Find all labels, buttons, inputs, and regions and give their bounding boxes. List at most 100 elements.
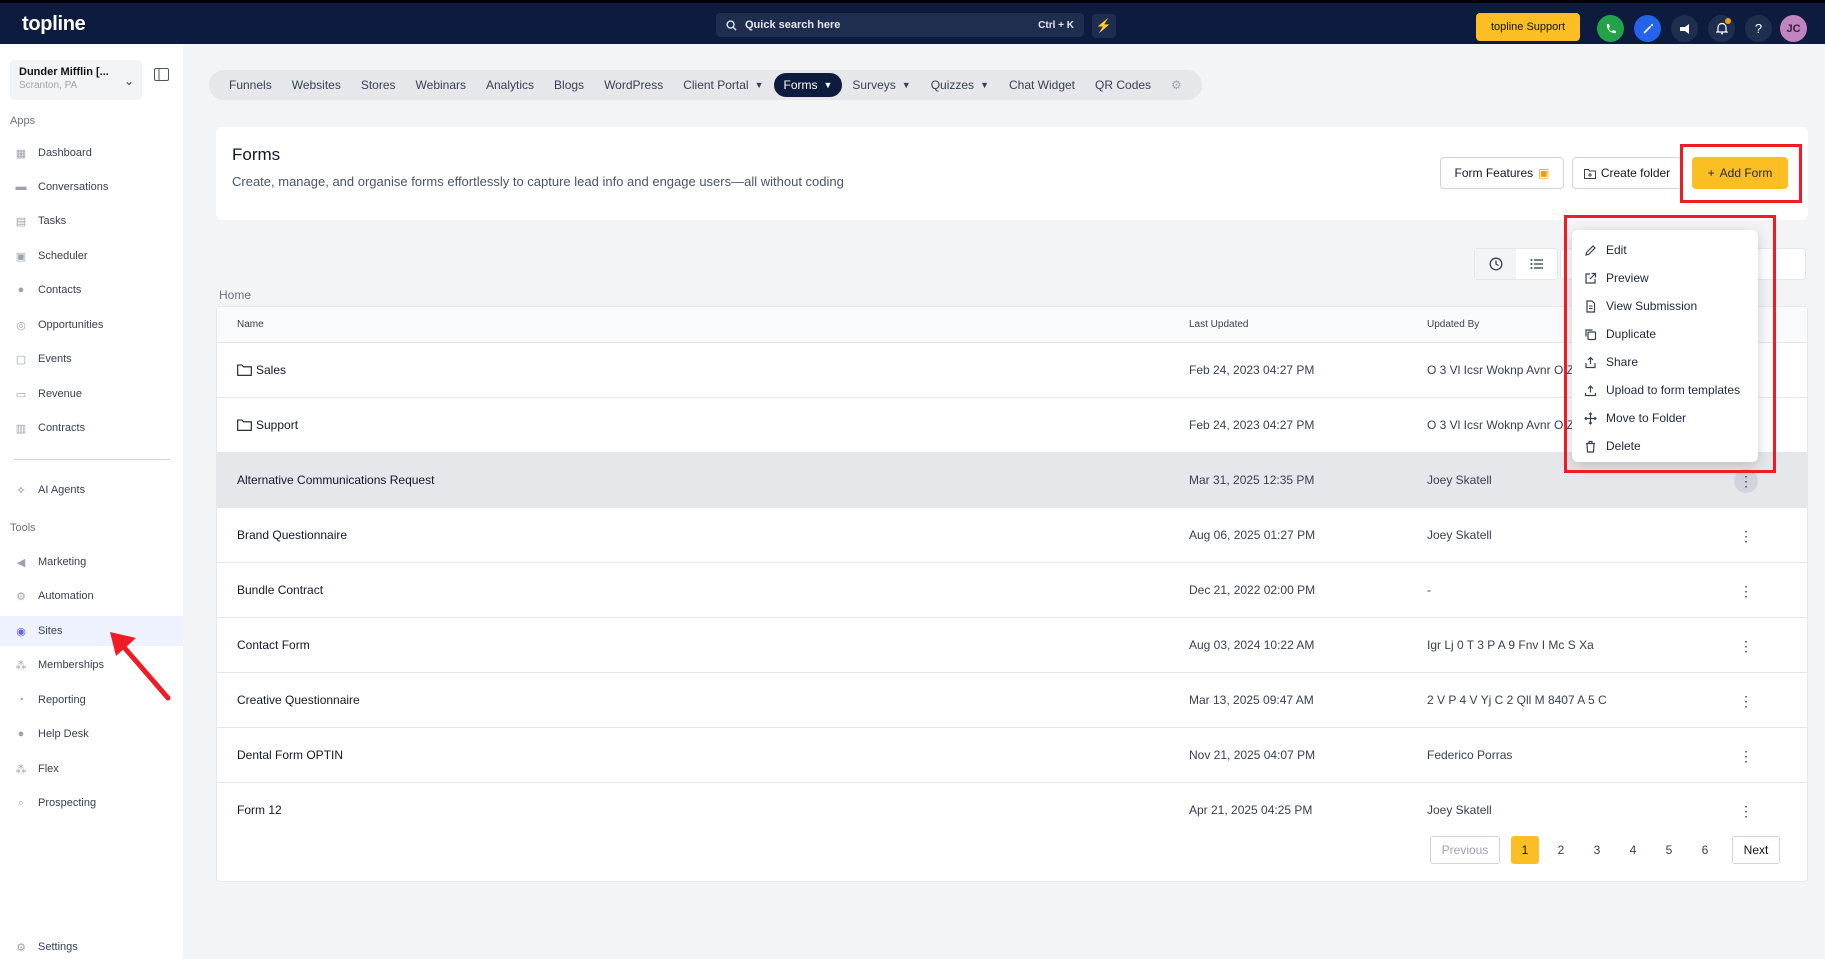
gear-icon[interactable]: ⚙	[1161, 73, 1192, 97]
tab-surveys[interactable]: Surveys ▼	[842, 73, 920, 97]
location-subtitle: Scranton, PA	[19, 80, 78, 91]
folder-plus-icon	[1583, 168, 1596, 179]
announcement-icon[interactable]	[1671, 15, 1698, 42]
tools-section-label: Tools	[10, 522, 36, 534]
sidebar-item-revenue[interactable]: ▭ Revenue	[0, 379, 183, 409]
sidebar-item-marketing[interactable]: ◀ Marketing	[0, 547, 183, 577]
sidebar-item-help-desk[interactable]: ● Help Desk	[0, 719, 183, 749]
megaphone-icon: ◀	[16, 556, 26, 569]
table-row[interactable]: Dental Form OPTIN Nov 21, 2025 04:07 PM …	[217, 728, 1807, 783]
sidebar-item-label: Reporting	[38, 694, 86, 706]
support-button[interactable]: topline Support	[1476, 13, 1580, 41]
phone-icon[interactable]	[1597, 15, 1624, 42]
more-options-icon[interactable]: ⋮	[1734, 524, 1758, 548]
pagination-page-5[interactable]: 5	[1655, 836, 1683, 864]
sidebar-toggle-icon[interactable]	[154, 68, 169, 81]
bell-icon[interactable]	[1708, 15, 1735, 42]
tab-stores[interactable]: Stores	[351, 73, 406, 97]
tab-client-portal[interactable]: Client Portal ▼	[673, 73, 773, 97]
table-row[interactable]: Bundle Contract Dec 21, 2022 02:00 PM - …	[217, 563, 1807, 618]
column-header-updated-by[interactable]: Updated By	[1427, 319, 1479, 330]
table-row[interactable]: Creative Questionnaire Mar 13, 2025 09:4…	[217, 673, 1807, 728]
sidebar-item-scheduler[interactable]: ▣ Scheduler	[0, 241, 183, 271]
form-features-button[interactable]: Form Features ▣	[1440, 157, 1564, 189]
top-nav-tabs: Funnels Websites Stores Webinars Analyti…	[209, 70, 1202, 100]
calendar-icon: ▣	[15, 250, 27, 263]
sidebar-item-tasks[interactable]: ▤ Tasks	[0, 206, 183, 236]
tab-blogs[interactable]: Blogs	[544, 73, 594, 97]
avatar[interactable]: JC	[1780, 15, 1807, 42]
tab-forms[interactable]: Forms ▼	[773, 73, 843, 97]
pagination-next[interactable]: Next	[1732, 836, 1780, 864]
sidebar-item-conversations[interactable]: ▬ Conversations	[0, 172, 183, 202]
sidebar-item-contacts[interactable]: ● Contacts	[0, 275, 183, 305]
reporting-icon: ◔	[17, 694, 25, 706]
sidebar-item-label: Help Desk	[38, 728, 89, 740]
help-icon[interactable]: ?	[1745, 15, 1772, 42]
tab-quizzes[interactable]: Quizzes ▼	[921, 73, 999, 97]
sidebar-item-label: AI Agents	[38, 484, 86, 496]
chevron-down-icon: ▼	[823, 80, 833, 90]
row-updated-by: Joey Skatell	[1427, 803, 1492, 817]
sidebar-item-settings[interactable]: ⚙ Settings	[0, 932, 183, 959]
sidebar-item-label: Tasks	[38, 215, 67, 227]
tab-analytics[interactable]: Analytics	[476, 73, 544, 97]
sidebar-item-dashboard[interactable]: ▦ Dashboard	[0, 138, 183, 168]
tab-webinars[interactable]: Webinars	[406, 73, 476, 97]
search-placeholder: Quick search here	[745, 19, 841, 31]
app-logo[interactable]: topline	[22, 13, 86, 36]
pagination-page-3[interactable]: 3	[1583, 836, 1611, 864]
location-switcher[interactable]: Dunder Mifflin [... Scranton, PA ⌄	[10, 60, 142, 100]
pagination-page-6[interactable]: 6	[1691, 836, 1719, 864]
more-options-icon[interactable]: ⋮	[1734, 689, 1758, 713]
list-icon[interactable]	[1516, 249, 1557, 279]
more-options-icon[interactable]: ⋮	[1734, 579, 1758, 603]
row-name: Creative Questionnaire	[237, 693, 360, 707]
sidebar-item-ai-agents[interactable]: ✧ AI Agents	[0, 475, 183, 505]
pagination-page-4[interactable]: 4	[1619, 836, 1647, 864]
tab-websites[interactable]: Websites	[282, 73, 351, 97]
sidebar-item-contracts[interactable]: ▥ Contracts	[0, 413, 183, 443]
row-updated: Aug 06, 2025 01:27 PM	[1189, 528, 1316, 542]
tab-qr-codes[interactable]: QR Codes	[1085, 73, 1161, 97]
pagination-page-2[interactable]: 2	[1547, 836, 1575, 864]
tab-chat-widget[interactable]: Chat Widget	[999, 73, 1085, 97]
table-row[interactable]: Contact Form Aug 03, 2024 10:22 AM Igr L…	[217, 618, 1807, 673]
lightning-icon[interactable]: ⚡	[1092, 14, 1116, 38]
more-options-icon[interactable]: ⋮	[1734, 634, 1758, 658]
row-name: Form 12	[237, 803, 282, 817]
search-icon	[726, 19, 737, 31]
quick-search[interactable]: Quick search here Ctrl + K	[716, 13, 1084, 37]
tab-wordpress[interactable]: WordPress	[594, 73, 673, 97]
more-options-icon[interactable]: ⋮	[1734, 744, 1758, 768]
sidebar-item-prospecting[interactable]: ⌕ Prospecting	[0, 788, 183, 818]
top-bar: topline Quick search here Ctrl + K ⚡ top…	[0, 0, 1825, 44]
tab-funnels[interactable]: Funnels	[219, 73, 282, 97]
tab-label: QR Codes	[1095, 78, 1152, 92]
sidebar-item-label: Memberships	[38, 659, 105, 671]
table-row[interactable]: Brand Questionnaire Aug 06, 2025 01:27 P…	[217, 508, 1807, 563]
breadcrumb[interactable]: Home	[219, 288, 251, 302]
column-header-name[interactable]: Name	[237, 319, 264, 330]
column-header-last-updated[interactable]: Last Updated	[1189, 319, 1249, 330]
sidebar-item-flex[interactable]: ⁂ Flex	[0, 754, 183, 784]
create-folder-button[interactable]: Create folder	[1572, 157, 1682, 189]
magic-wand-icon[interactable]	[1634, 15, 1661, 42]
table-row[interactable]: Form 12 Apr 21, 2025 04:25 PM Joey Skate…	[217, 783, 1807, 838]
sidebar-item-opportunities[interactable]: ◎ Opportunities	[0, 310, 183, 340]
pagination-page-1[interactable]: 1	[1511, 836, 1539, 864]
clock-icon[interactable]	[1475, 249, 1516, 279]
search-shortcut: Ctrl + K	[1038, 19, 1074, 31]
sidebar-item-events[interactable]: ▢ Events	[0, 344, 183, 374]
dashboard-icon: ▦	[15, 147, 27, 160]
sidebar-item-label: Events	[38, 353, 72, 365]
globe-icon: ◉	[16, 625, 26, 638]
sidebar-item-automation[interactable]: ⚙ Automation	[0, 581, 183, 611]
tab-label: Surveys	[852, 78, 896, 92]
sidebar-item-label: Marketing	[38, 556, 87, 568]
row-name: Alternative Communications Request	[237, 473, 435, 487]
sidebar-item-label: Sites	[38, 625, 63, 637]
pagination-previous[interactable]: Previous	[1430, 836, 1500, 864]
sparkle-icon: ✧	[16, 484, 26, 497]
more-options-icon[interactable]: ⋮	[1734, 799, 1758, 823]
